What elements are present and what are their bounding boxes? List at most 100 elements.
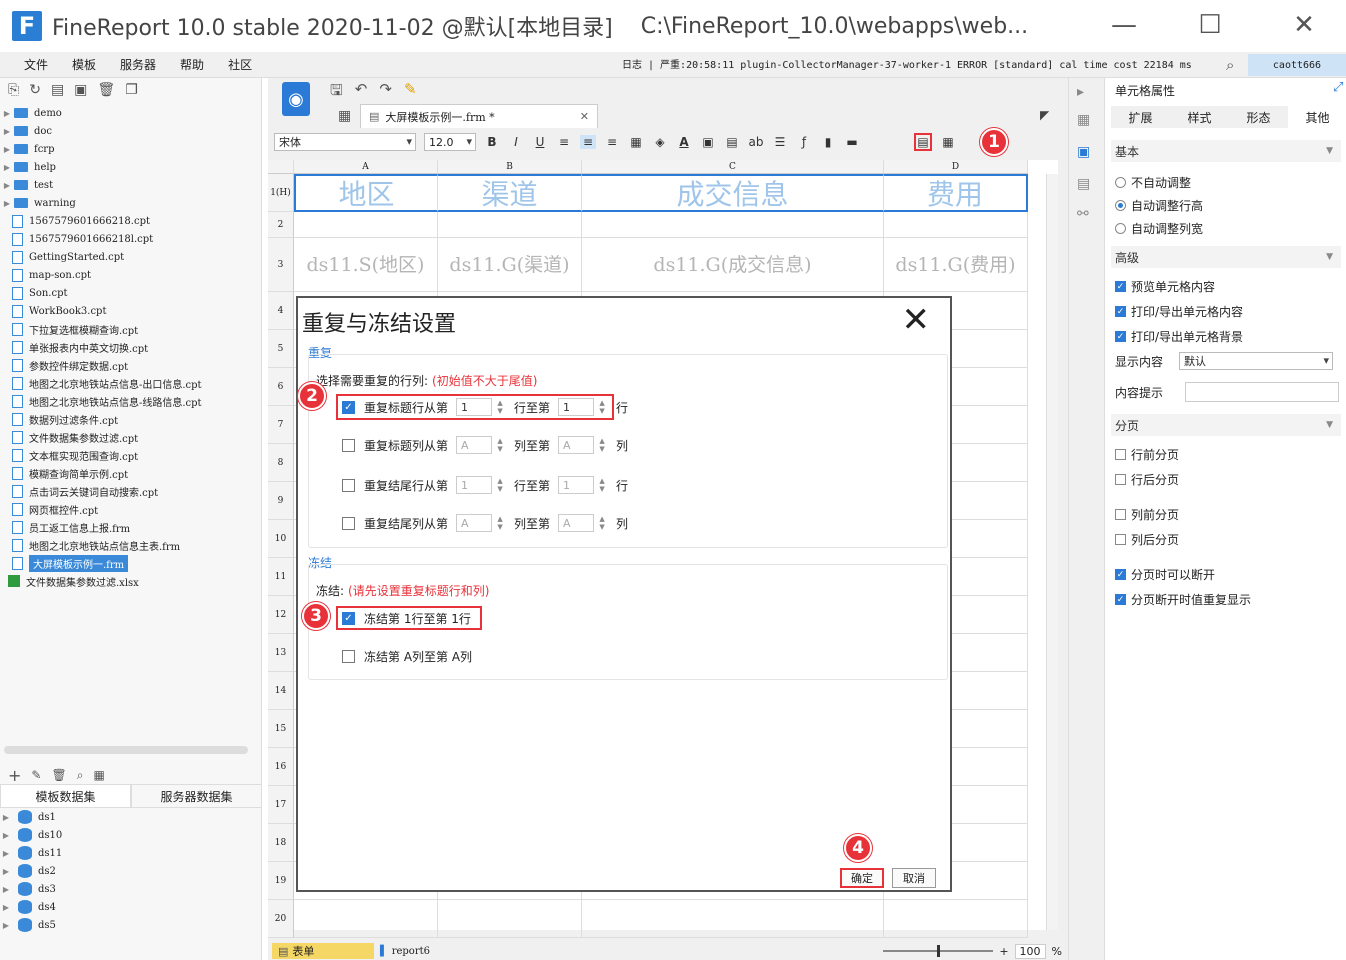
repeat-from-input[interactable]: 1 [456, 476, 493, 494]
expand-arrow-icon[interactable]: ▶ [0, 903, 12, 912]
tree-file[interactable]: 1567579601666218.cpt [0, 212, 262, 230]
grid-cell[interactable] [582, 212, 884, 238]
radio-option[interactable]: 自动调整行高 [1115, 197, 1203, 214]
tree-file[interactable]: 数据列过滤条件.cpt [0, 410, 262, 428]
doc-tab[interactable]: ▤ 大屏模板示例一.frm * ✕ [360, 104, 598, 128]
tree-file[interactable]: 地图之北京地铁站点信息主表.frm [0, 536, 262, 554]
freeze-col-option[interactable]: 冻结第 A列至第 A列 [342, 648, 472, 665]
grid-cell[interactable]: ds11.G(渠道) [438, 238, 582, 292]
underline-icon[interactable]: U [532, 135, 548, 149]
preview-icon[interactable]: ◉ [282, 82, 310, 116]
repeat-option-row[interactable]: 重复标题列从第 A ▲ ▼ 列至第 A ▲ ▼ 列 [342, 436, 628, 454]
tab-expand[interactable]: 扩展 [1111, 106, 1170, 128]
collapse-icon[interactable]: ▼ [1326, 252, 1333, 262]
menu-template[interactable]: 模板 [60, 56, 108, 73]
tab-form[interactable]: 形态 [1229, 106, 1288, 128]
menu-help[interactable]: 帮助 [168, 56, 216, 73]
checkbox[interactable]: ✓ [1115, 594, 1126, 605]
image-icon[interactable]: ▬ [844, 135, 860, 149]
menu-file[interactable]: 文件 [12, 56, 60, 73]
edit-icon[interactable]: ✎ [31, 768, 41, 782]
zoom-value[interactable]: 100 [1014, 943, 1046, 959]
dataset-item[interactable]: ▶ ds4 [0, 898, 62, 916]
border-icon[interactable]: ▦ [628, 135, 644, 149]
expand-arrow-icon[interactable]: ▶ [0, 885, 12, 894]
merge-icon[interactable]: ▤ [724, 135, 740, 149]
minimize-button[interactable]: — [1104, 8, 1144, 42]
row-header[interactable]: 4 [268, 292, 294, 330]
tree-file[interactable]: 文件数据集参数过滤.xlsx [0, 572, 262, 590]
tip-input[interactable] [1185, 382, 1340, 402]
grid-cell[interactable]: ds11.G(费用) [884, 238, 1028, 292]
tree-file[interactable]: GettingStarted.cpt [0, 248, 262, 266]
repeat-to-input[interactable]: A [558, 436, 595, 454]
tree-file[interactable]: 大屏模板示例一.frm [0, 554, 262, 572]
collapse-icon[interactable]: ▼ [1326, 146, 1333, 156]
tree-file[interactable]: 地图之北京地铁站点信息-线路信息.cpt [0, 392, 262, 410]
insert-cell-icon[interactable]: ▣ [700, 135, 716, 149]
tree-folder[interactable]: ▶ demo [0, 104, 262, 122]
grid-cell[interactable] [582, 900, 884, 938]
expand-arrow-icon[interactable]: ▶ [0, 163, 14, 172]
tree-folder[interactable]: ▶ test [0, 176, 262, 194]
format-brush-icon[interactable]: ✎ [404, 80, 417, 105]
repeat-to-input[interactable]: 1 [558, 476, 595, 494]
grid-cell[interactable]: 渠道 [438, 174, 582, 212]
spinner-arrows-icon[interactable]: ▲ ▼ [494, 476, 506, 494]
font-color-icon[interactable]: A [676, 135, 692, 149]
row-header[interactable]: 18 [268, 824, 294, 862]
dataset-item[interactable]: ▶ ds2 [0, 862, 62, 880]
checkbox[interactable] [1115, 534, 1126, 545]
spinner-arrows-icon[interactable]: ▲ ▼ [596, 436, 608, 454]
preview-icon[interactable]: ⌕ [77, 768, 84, 783]
dataset-item[interactable]: ▶ ds5 [0, 916, 62, 934]
collapse-arrow-icon[interactable]: ▸ [1077, 84, 1095, 102]
copy-icon[interactable]: ❐ [125, 82, 138, 98]
open-icon[interactable]: ▤ [51, 82, 64, 98]
pin-icon[interactable]: ⤢ [1333, 80, 1343, 95]
checkbox[interactable]: ✓ [1115, 331, 1126, 342]
sheet-tab-form[interactable]: ▤ 表单 [272, 943, 374, 959]
expand-arrow-icon[interactable]: ▶ [0, 199, 14, 208]
bold-icon[interactable]: B [484, 135, 500, 149]
tree-file[interactable]: 文本框实现范围查询.cpt [0, 446, 262, 464]
close-tab-icon[interactable]: ✕ [580, 110, 589, 123]
check-option[interactable]: ✓ 预览单元格内容 [1115, 278, 1215, 295]
row-header[interactable]: 7 [268, 406, 294, 444]
row-header[interactable]: 17 [268, 786, 294, 824]
expand-arrow-icon[interactable]: ▶ [0, 921, 12, 930]
tree-file[interactable]: 下拉复选框模糊查询.cpt [0, 320, 262, 338]
hyperlink-icon[interactable]: ⚯ [1077, 206, 1095, 224]
advanced-section-header[interactable]: 高级 ▼ [1111, 246, 1341, 268]
basic-section-header[interactable]: 基本 ▼ [1111, 140, 1341, 162]
log-message[interactable]: 日志 | 严重:20:58:11 plugin-CollectorManager… [622, 56, 1192, 71]
tree-file[interactable]: 模糊查询简单示例.cpt [0, 464, 262, 482]
condition-icon[interactable]: ▤ [1077, 176, 1095, 194]
row-header[interactable]: 2 [268, 212, 294, 238]
check-option[interactable]: 行后分页 [1115, 471, 1179, 488]
expand-arrow-icon[interactable]: ▶ [0, 831, 12, 840]
show-content-select[interactable]: 默认 [1179, 352, 1334, 370]
vertical-scrollbar[interactable] [1046, 174, 1058, 930]
grid-cell[interactable]: 成交信息 [582, 174, 884, 212]
maximize-button[interactable]: ☐ [1190, 8, 1230, 42]
checkbox[interactable] [1115, 474, 1126, 485]
save-icon[interactable]: 🖫 [330, 80, 343, 105]
spinner-arrows-icon[interactable]: ▲ ▼ [494, 436, 506, 454]
repeat-to-input[interactable]: A [558, 514, 595, 532]
radio-option[interactable]: 自动调整列宽 [1115, 220, 1203, 237]
chart-icon[interactable]: ▮ [820, 135, 836, 149]
tree-folder[interactable]: ▶ warning [0, 194, 262, 212]
grid-cell[interactable]: 地区 [294, 174, 438, 212]
repeat-from-input[interactable]: A [456, 514, 493, 532]
checkbox[interactable] [1115, 509, 1126, 520]
formula-icon[interactable]: ƒ [796, 135, 812, 149]
sub-report-icon[interactable]: ▦ [940, 135, 956, 149]
expand-arrow-icon[interactable]: ▶ [0, 867, 12, 876]
expand-arrow-icon[interactable]: ▶ [0, 849, 12, 858]
tab-style[interactable]: 样式 [1170, 106, 1229, 128]
row-header[interactable]: 6 [268, 368, 294, 406]
expand-arrow-icon[interactable]: ▶ [0, 145, 14, 154]
grid-cell[interactable]: ds11.G(成交信息) [582, 238, 884, 292]
tree-scrollbar[interactable] [4, 746, 248, 754]
